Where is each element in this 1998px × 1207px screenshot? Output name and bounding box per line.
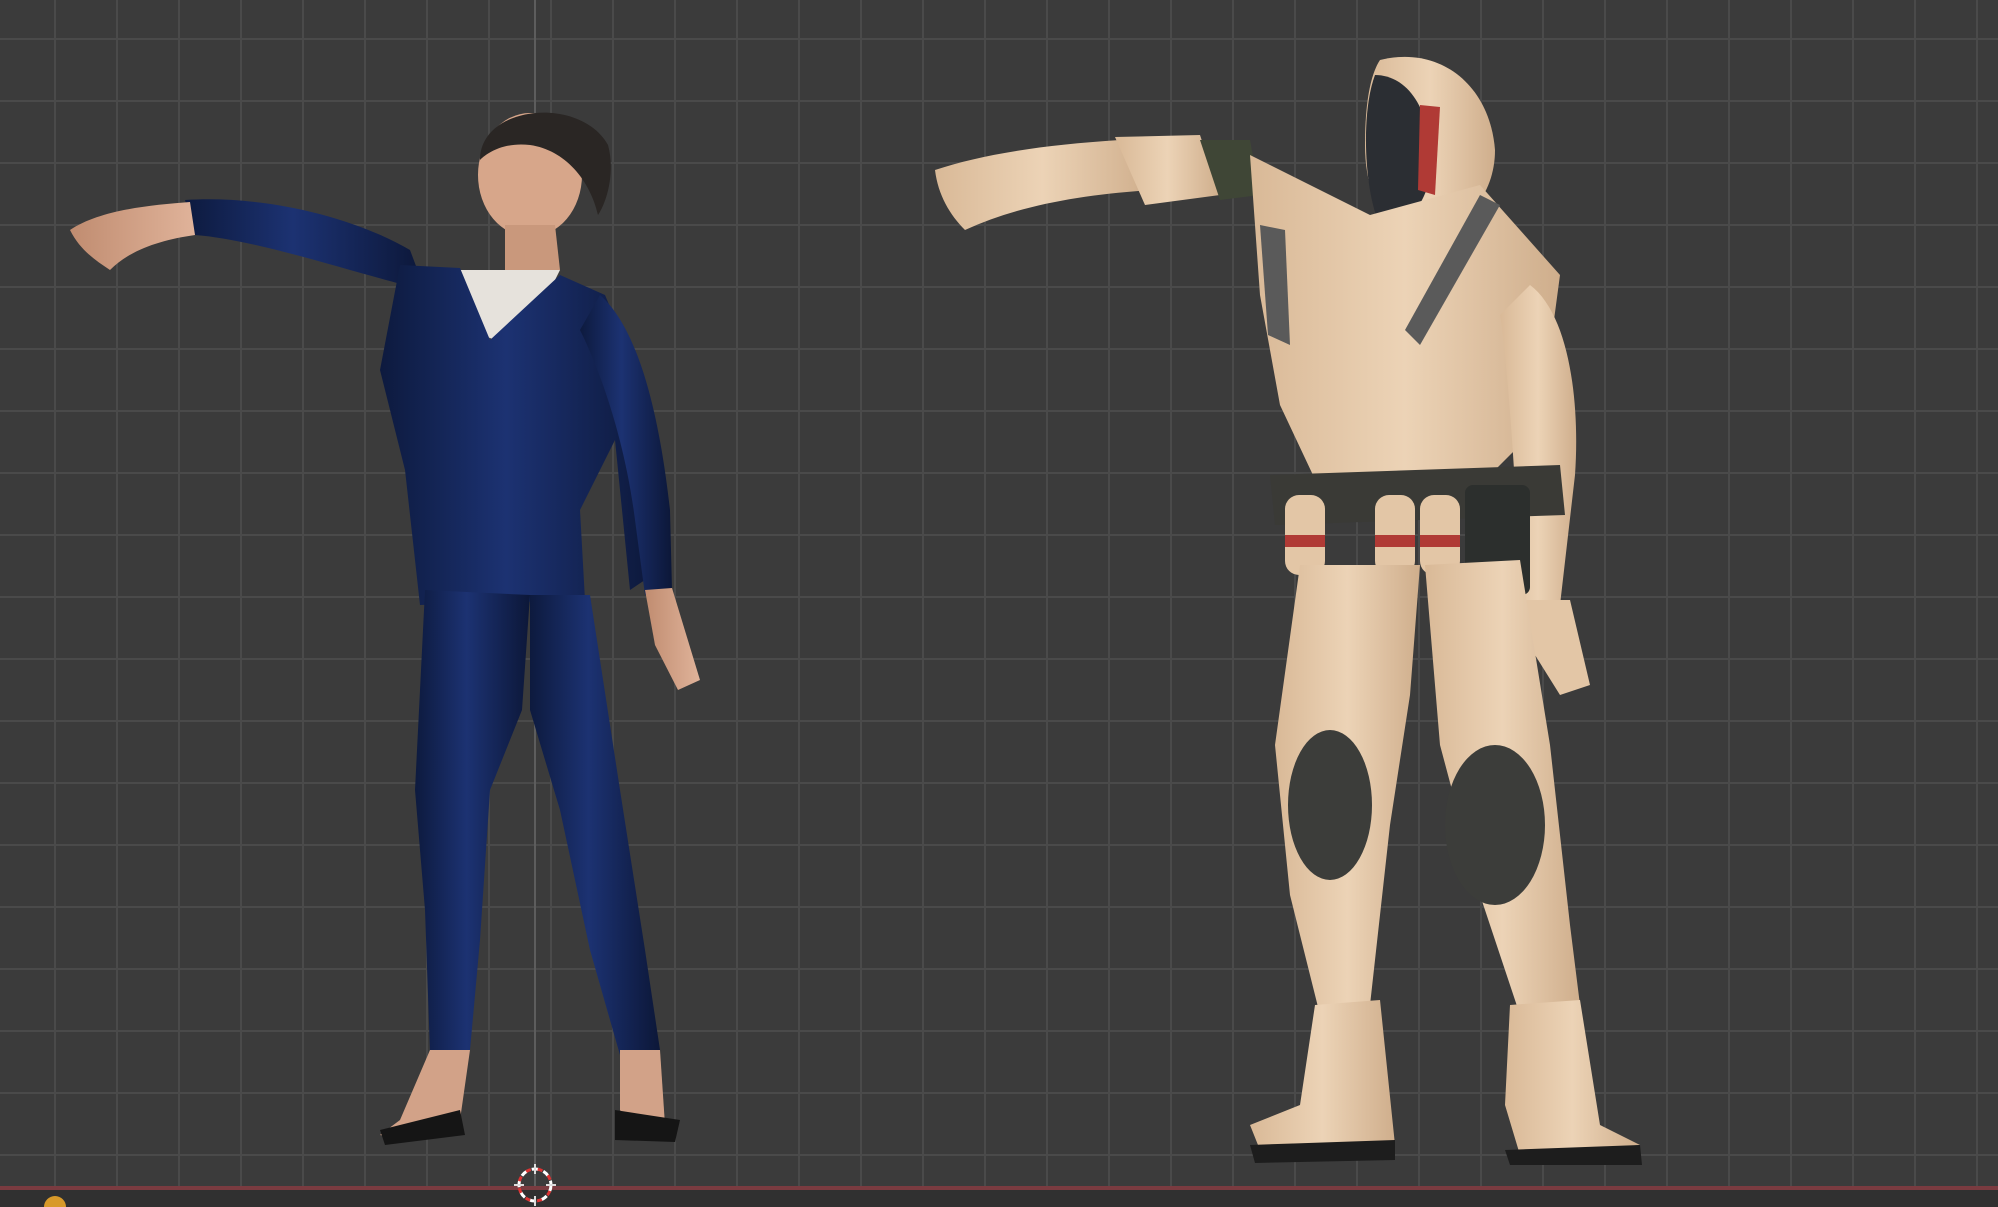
3d-cursor-icon[interactable]: [514, 1164, 556, 1206]
3d-viewport[interactable]: [0, 0, 1998, 1207]
woman-character-model[interactable]: [60, 90, 720, 1190]
viewport-bottom-strip: [0, 1190, 1998, 1207]
armored-soldier-model[interactable]: [920, 45, 1650, 1195]
